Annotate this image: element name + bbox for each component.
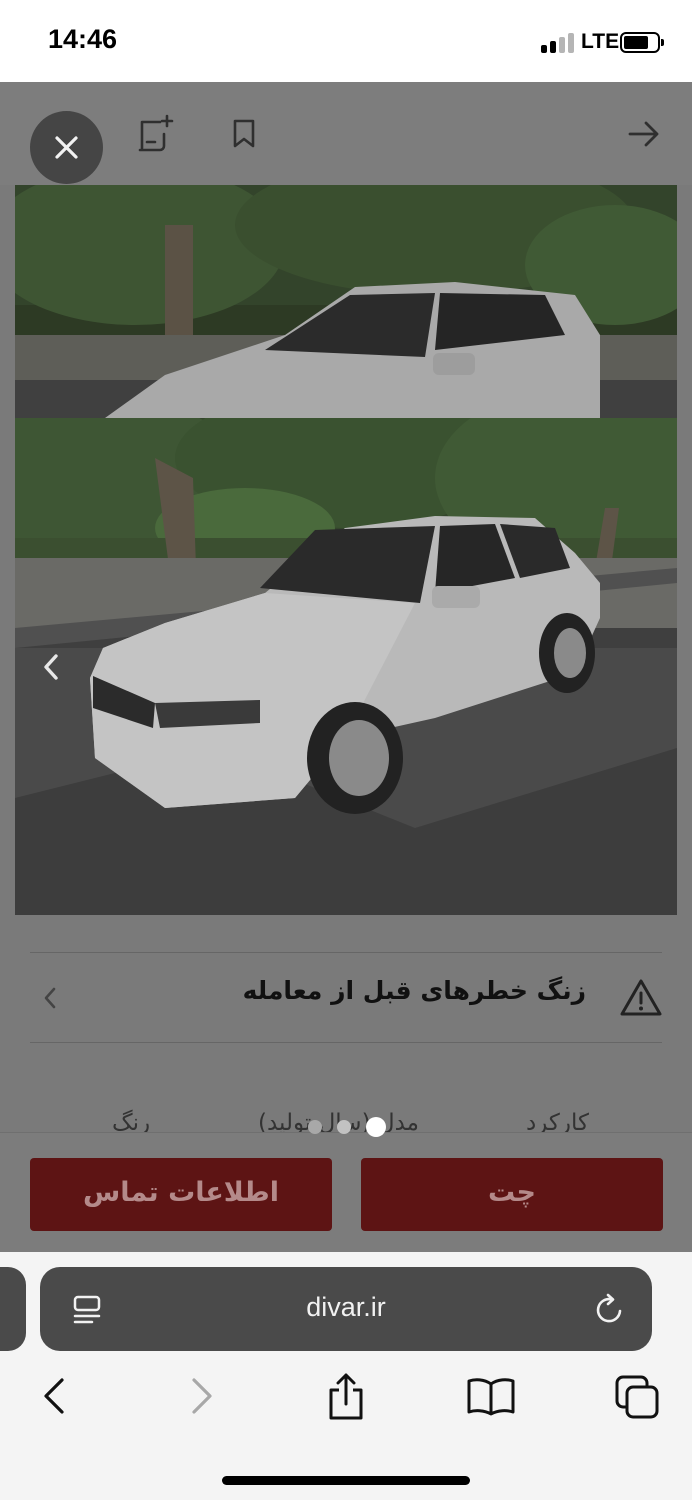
battery-icon — [620, 32, 664, 53]
chevron-left-icon — [44, 987, 56, 1009]
image-pager — [305, 1117, 395, 1139]
pager-dot[interactable] — [308, 1120, 322, 1134]
cellular-signal-icon — [541, 33, 577, 53]
arrow-right-icon[interactable] — [628, 120, 660, 148]
warning-text: زنگ خطرهای قبل از معامله — [242, 976, 586, 1005]
address-bar[interactable]: divar.ir — [40, 1267, 652, 1351]
action-bar: اطلاعات تماس چت — [0, 1132, 692, 1252]
pager-dot[interactable] — [337, 1120, 351, 1134]
car-photo-main[interactable] — [15, 418, 677, 915]
car-photo-previous[interactable] — [15, 185, 677, 418]
close-icon — [55, 136, 78, 159]
pager-dot-active[interactable] — [366, 1117, 386, 1137]
reload-icon[interactable] — [594, 1292, 626, 1326]
close-button[interactable] — [30, 111, 103, 184]
home-indicator — [222, 1476, 470, 1485]
back-icon[interactable] — [40, 1372, 68, 1420]
url-text: divar.ir — [306, 1292, 386, 1322]
add-note-icon[interactable] — [136, 114, 174, 154]
previous-image-chevron-icon[interactable] — [40, 652, 62, 682]
forward-icon[interactable] — [188, 1372, 216, 1420]
share-icon[interactable] — [326, 1372, 366, 1422]
status-time: 14:46 — [48, 24, 118, 54]
browser-chrome: divar.ir — [0, 1252, 692, 1500]
page-content: زنگ خطرهای قبل از معامله کارکرد مدل (سال… — [0, 82, 692, 1252]
previous-tab-preview[interactable] — [0, 1267, 26, 1351]
gallery-toolbar — [0, 82, 692, 185]
tabs-icon[interactable] — [614, 1374, 660, 1420]
bookmark-icon[interactable] — [231, 118, 257, 150]
contact-info-button[interactable]: اطلاعات تماس — [30, 1158, 332, 1231]
divider — [30, 1042, 662, 1043]
network-type: LTE — [581, 30, 620, 53]
chat-button[interactable]: چت — [361, 1158, 663, 1231]
divider — [30, 952, 662, 953]
bookmarks-icon[interactable] — [466, 1376, 516, 1416]
safety-warning-row[interactable]: زنگ خطرهای قبل از معامله — [30, 954, 662, 1042]
warning-icon — [620, 979, 662, 1016]
status-bar: 14:46 LTE — [0, 0, 692, 82]
